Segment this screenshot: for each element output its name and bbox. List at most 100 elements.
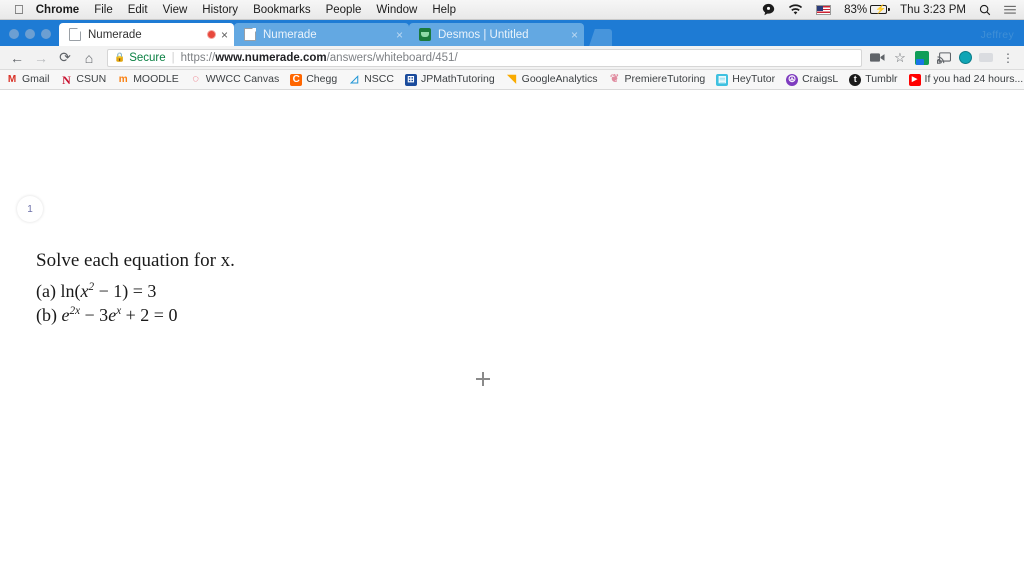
bookmark-label: PremiereTutoring [624,73,706,86]
canvas-icon: ◌ [192,73,199,85]
page-number-badge: 1 [17,196,43,222]
screen-recorder-icon[interactable] [869,50,885,66]
reload-button[interactable]: ⟳ [54,48,76,68]
extension-green-icon[interactable] [915,50,929,65]
bookmark-premieretutoring[interactable]: ❦ PremiereTutoring [609,73,706,86]
tab-strip: Numerade × Numerade × Desmos | Untitled … [0,20,1024,46]
tab-title: Numerade [88,28,142,41]
tab-numerade-active[interactable]: Numerade × [59,23,234,46]
csun-icon: N [62,72,71,87]
equation-a: (a) ln(x2 − 1) = 3 [36,281,157,301]
bookmark-jpmathtutoring[interactable]: ⊞ JPMathTutoring [404,73,495,86]
bookmark-label: MOODLE [133,73,179,86]
bookmark-chegg[interactable]: C Chegg [290,73,338,86]
tumblr-icon: t [849,73,862,86]
bookmark-label: JPMathTutoring [420,73,495,86]
crosshair-cursor-icon [476,372,490,386]
back-button[interactable]: ← [6,48,28,68]
bookmark-googleanalytics[interactable]: ◥ GoogleAnalytics [506,73,597,86]
bookmark-tumblr[interactable]: t Tumblr [849,73,898,86]
menu-item-history[interactable]: History [202,4,238,16]
bookmark-wwcc-canvas[interactable]: ◌ WWCC Canvas [190,73,280,86]
problem-statement: Solve each equation for x. (a) ln(x2 − 1… [36,250,235,328]
speech-bubble-icon[interactable] [762,3,775,16]
bookmark-craigslist[interactable]: ☮ CraigsL [786,73,839,86]
lock-icon: 🔒 [114,52,126,62]
close-tab-icon[interactable]: × [396,29,403,41]
new-tab-button[interactable] [589,29,612,46]
menu-item-help[interactable]: Help [432,4,456,16]
browser-window:  Chrome File Edit View History Bookmark… [0,0,1024,576]
nscc-icon: ◿ [350,73,359,85]
menu-item-bookmarks[interactable]: Bookmarks [253,4,311,16]
extension-teal-circle-icon[interactable] [959,51,972,64]
equation-b: (b) e2x − 3ex + 2 = 0 [36,304,178,325]
close-tab-icon[interactable]: × [221,29,228,41]
spotlight-search-icon[interactable] [979,4,991,16]
battery-status[interactable]: 83% ⚡ [844,4,890,16]
problem-prompt: Solve each equation for x. [36,250,235,271]
minimize-window-button[interactable] [25,29,35,39]
browser-toolbar: ← → ⟳ ⌂ 🔒 Secure | https:// www.numerade… [0,46,1024,70]
omnibox-separator: | [171,51,175,64]
url-host: www.numerade.com [215,51,327,64]
google-analytics-icon: ◥ [507,73,516,85]
close-window-button[interactable] [9,29,19,39]
bookmarks-bar: M Gmail N CSUN m MOODLE ◌ WWCC Canvas C Chegg… [0,70,1024,90]
menu-item-people[interactable]: People [326,4,362,16]
home-button[interactable]: ⌂ [78,48,100,68]
menu-item-view[interactable]: View [163,4,188,16]
gmail-icon: M [7,73,17,85]
bookmark-label: Gmail [22,73,50,86]
tab-title: Numerade [263,28,317,41]
desmos-icon [419,28,431,41]
forward-button[interactable]: → [30,48,52,68]
notification-center-icon[interactable] [1004,5,1016,15]
toolbar-extension-icons: ☆ ⋮ [869,50,1018,66]
us-flag-icon[interactable] [816,4,832,15]
heytutor-icon: ▤ [716,73,729,86]
battery-charging-icon: ⚡ [870,4,890,14]
wifi-icon[interactable] [788,3,803,16]
tab-title: Desmos | Untitled [438,28,529,41]
menu-item-edit[interactable]: Edit [128,4,148,16]
macos-menu-bar:  Chrome File Edit View History Bookmark… [0,0,1024,20]
bookmark-nscc[interactable]: ◿ NSCC [348,74,394,86]
document-icon [244,28,256,41]
url-scheme: https:// [180,51,216,64]
extension-grey-pill-icon[interactable] [979,53,993,62]
maximize-window-button[interactable] [41,29,51,39]
menu-item-file[interactable]: File [94,4,113,16]
bookmark-heytutor[interactable]: ▤ HeyTutor [716,73,775,86]
jpmath-icon: ⊞ [404,73,417,86]
tab-desmos[interactable]: Desmos | Untitled × [409,23,584,46]
menu-item-window[interactable]: Window [376,4,417,16]
menu-item-chrome[interactable]: Chrome [36,4,79,16]
bookmark-label: CSUN [76,73,107,86]
chrome-menu-icon[interactable]: ⋮ [1000,50,1016,66]
bookmark-youtube-24hours[interactable]: ▶ If you had 24 hours... [908,73,1024,86]
close-tab-icon[interactable]: × [571,29,578,41]
clock-label[interactable]: Thu 3:23 PM [900,4,966,16]
secure-label: Secure [129,51,166,64]
moodle-icon: m [118,73,128,85]
bookmark-label: If you had 24 hours... [924,73,1024,86]
whiteboard-canvas[interactable]: 1 Solve each equation for x. (a) ln(x2 −… [0,90,1024,576]
profile-name-label[interactable]: Jeffrey [981,29,1014,41]
bookmark-gmail[interactable]: M Gmail [6,73,50,86]
bookmark-label: WWCC Canvas [205,73,280,86]
tab-numerade-second[interactable]: Numerade × [234,23,409,46]
craigslist-icon: ☮ [786,73,799,86]
bookmark-label: Chegg [306,73,338,86]
youtube-icon: ▶ [908,73,921,86]
document-icon [69,28,81,41]
address-bar[interactable]: 🔒 Secure | https:// www.numerade.com /an… [107,48,862,67]
bookmark-label: NSCC [364,73,394,86]
apple-menu-icon[interactable]:  [14,3,24,16]
bookmark-csun[interactable]: N CSUN [60,74,106,86]
cast-icon[interactable] [936,50,952,66]
bookmark-star-icon[interactable]: ☆ [892,50,908,66]
bookmark-moodle[interactable]: m MOODLE [117,74,179,86]
bookmark-label: CraigsL [802,73,839,86]
chegg-icon: C [290,73,303,86]
